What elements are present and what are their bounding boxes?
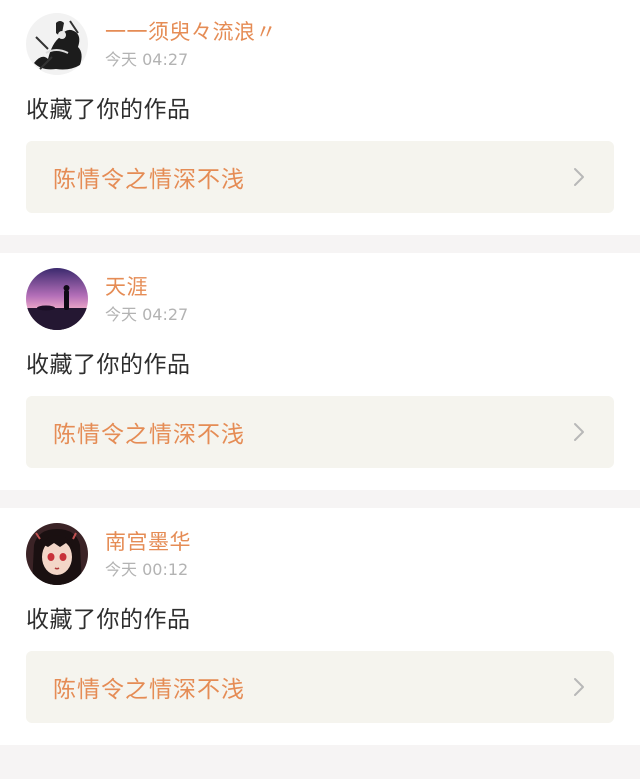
username[interactable]: 南宫墨华	[105, 528, 191, 556]
timestamp: 今天 00:12	[105, 559, 189, 579]
user-meta: 一一须臾々流浪〃 今天 04:27	[105, 18, 277, 71]
notification-header: 一一须臾々流浪〃 今天 04:27	[26, 0, 614, 75]
user-meta: 天涯 今天 04:27	[105, 273, 188, 326]
action-text: 收藏了你的作品	[26, 352, 191, 378]
timestamp: 今天 04:27	[105, 49, 189, 69]
chevron-right-icon	[572, 676, 586, 698]
notification-feed: 一一须臾々流浪〃 今天 04:27 收藏了你的作品 陈情令之情深不浅 天涯 今天…	[0, 0, 640, 745]
work-link[interactable]: 陈情令之情深不浅	[26, 651, 614, 723]
notification-card: 一一须臾々流浪〃 今天 04:27 收藏了你的作品 陈情令之情深不浅	[0, 0, 640, 235]
timestamp: 今天 04:27	[105, 304, 189, 324]
chevron-right-icon	[572, 421, 586, 443]
notification-header: 南宫墨华 今天 00:12	[26, 508, 614, 585]
purple-sunset-silhouette-avatar-icon	[26, 268, 88, 330]
notification-header: 天涯 今天 04:27	[26, 253, 614, 330]
action-text: 收藏了你的作品	[26, 607, 191, 633]
work-link[interactable]: 陈情令之情深不浅	[26, 141, 614, 213]
action-text: 收藏了你的作品	[26, 97, 191, 123]
username[interactable]: 天涯	[105, 273, 188, 301]
work-title: 陈情令之情深不浅	[53, 422, 245, 448]
avatar[interactable]	[26, 268, 88, 330]
user-meta: 南宫墨华 今天 00:12	[105, 528, 191, 581]
notification-card: 天涯 今天 04:27 收藏了你的作品 陈情令之情深不浅	[0, 253, 640, 490]
ink-figure-avatar-icon	[26, 13, 88, 75]
work-title: 陈情令之情深不浅	[53, 677, 245, 703]
avatar[interactable]	[26, 523, 88, 585]
username[interactable]: 一一须臾々流浪〃	[105, 18, 277, 46]
notification-card: 南宫墨华 今天 00:12 收藏了你的作品 陈情令之情深不浅	[0, 508, 640, 745]
chevron-right-icon	[572, 166, 586, 188]
work-link[interactable]: 陈情令之情深不浅	[26, 396, 614, 468]
anime-girl-avatar-icon	[26, 523, 88, 585]
work-title: 陈情令之情深不浅	[53, 167, 245, 193]
avatar[interactable]	[26, 13, 88, 75]
